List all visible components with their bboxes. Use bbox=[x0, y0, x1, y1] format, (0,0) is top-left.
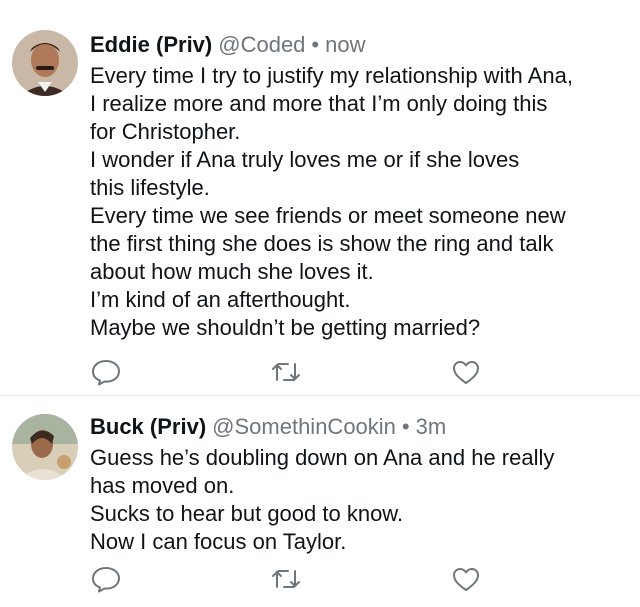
user-handle[interactable]: @SomethinCookin bbox=[212, 414, 396, 439]
user-handle[interactable]: @Coded bbox=[218, 32, 305, 57]
reply-icon bbox=[92, 360, 120, 386]
tweet-text: Every time I try to justify my relations… bbox=[90, 62, 630, 342]
tweet-line: for Christopher. bbox=[90, 119, 241, 144]
heart-icon bbox=[453, 361, 479, 384]
tweet-line: Every time we see friends or meet someon… bbox=[90, 203, 566, 228]
tweet-buck[interactable]: Buck (Priv) @SomethinCookin • 3m Guess he’s… bbox=[0, 396, 640, 607]
tweet-line: this lifestyle. bbox=[90, 175, 210, 200]
tweet-line: I realize more and more that I’m only do… bbox=[90, 91, 548, 116]
tweet-line: I’m kind of an afterthought. bbox=[90, 287, 351, 312]
retweet-icon bbox=[272, 570, 300, 588]
reply-button[interactable] bbox=[90, 564, 122, 594]
heart-icon bbox=[453, 568, 479, 591]
tweet-line: I wonder if Ana truly loves me or if she… bbox=[90, 147, 520, 172]
tweet-text: Guess he’s doubling down on Ana and he r… bbox=[90, 444, 630, 556]
separator-dot: • bbox=[311, 32, 320, 57]
reply-button[interactable] bbox=[90, 357, 122, 387]
tweet-line: the first thing she does is show the rin… bbox=[90, 231, 554, 256]
separator-dot: • bbox=[401, 414, 410, 439]
timestamp[interactable]: now bbox=[325, 32, 365, 57]
tweet-eddie[interactable]: Eddie (Priv) @Coded • now Every time I try … bbox=[0, 0, 640, 396]
tweet-line: Every time I try to justify my relations… bbox=[90, 63, 573, 88]
avatar-photo-icon bbox=[12, 30, 78, 96]
tweet-header: Buck (Priv) @SomethinCookin • 3m bbox=[90, 414, 446, 440]
display-name[interactable]: Eddie (Priv) bbox=[90, 32, 212, 57]
tweet-line: Sucks to hear but good to know. bbox=[90, 501, 404, 526]
avatar[interactable] bbox=[12, 30, 78, 96]
reply-icon bbox=[92, 567, 120, 593]
avatar[interactable] bbox=[12, 414, 78, 480]
retweet-button[interactable] bbox=[270, 564, 302, 594]
tweet-line: Guess he’s doubling down on Ana and he r… bbox=[90, 445, 555, 470]
retweet-button[interactable] bbox=[270, 357, 302, 387]
like-button[interactable] bbox=[450, 564, 482, 594]
tweet-line: about how much she loves it. bbox=[90, 259, 374, 284]
display-name[interactable]: Buck (Priv) bbox=[90, 414, 206, 439]
avatar-photo-icon bbox=[12, 414, 78, 480]
retweet-icon bbox=[272, 363, 300, 381]
timestamp[interactable]: 3m bbox=[416, 414, 447, 439]
tweet-line: Maybe we shouldn’t be getting married? bbox=[90, 315, 481, 340]
tweet-line: has moved on. bbox=[90, 473, 235, 498]
like-button[interactable] bbox=[450, 357, 482, 387]
tweet-actions bbox=[0, 564, 640, 594]
tweet-header: Eddie (Priv) @Coded • now bbox=[90, 32, 365, 58]
tweet-actions bbox=[0, 357, 640, 387]
tweet-line: Now I can focus on Taylor. bbox=[90, 529, 347, 554]
